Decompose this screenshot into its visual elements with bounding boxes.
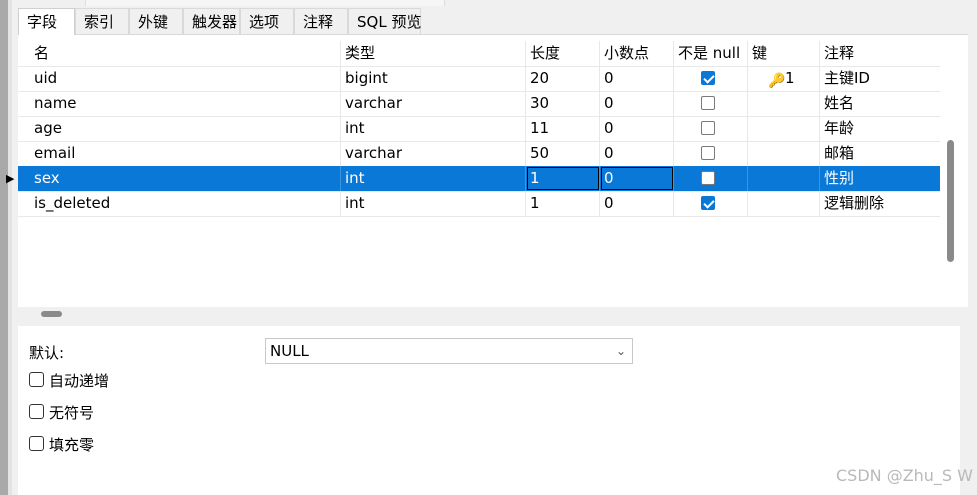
cell-comment[interactable]: 姓名 — [820, 91, 940, 116]
header-key[interactable]: 键 — [748, 41, 820, 66]
cell-comment[interactable]: 年龄 — [820, 116, 940, 141]
default-label: 默认: — [29, 344, 65, 362]
chevron-down-icon: ⌄ — [615, 344, 626, 358]
cell-type[interactable]: int — [341, 191, 526, 216]
cell-comment[interactable]: 逻辑删除 — [820, 191, 940, 216]
header-type[interactable]: 类型 — [341, 41, 526, 66]
cell-type[interactable]: varchar — [341, 141, 526, 166]
cell-not-null[interactable] — [674, 116, 748, 141]
cell-length[interactable]: 11 — [526, 116, 600, 141]
unsigned-label: 无符号 — [49, 404, 95, 422]
fields-panel: 名 类型 长度 小数点 不是 null 键 注释 uid bigint 20 0 🔑 1 主… — [6, 34, 968, 307]
cell-name[interactable]: sex — [30, 166, 341, 191]
zerofill-checkbox[interactable] — [29, 436, 44, 451]
cell-name[interactable]: name — [30, 91, 341, 116]
window-edge-inner — [8, 0, 12, 495]
zerofill-label: 填充零 — [49, 436, 95, 454]
header-name[interactable]: 名 — [30, 41, 341, 66]
auto-increment-label: 自动递增 — [49, 372, 110, 390]
auto-increment-checkbox[interactable] — [29, 372, 44, 387]
unsigned-checkbox[interactable] — [29, 404, 44, 419]
cell-not-null[interactable] — [674, 91, 748, 116]
window-edge — [0, 0, 8, 495]
cell-name[interactable]: age — [30, 116, 341, 141]
cell-not-null[interactable] — [674, 191, 748, 216]
horizontal-scrollbar-thumb[interactable] — [41, 311, 62, 317]
cell-type[interactable]: int — [341, 116, 526, 141]
row-pointer-icon: ▶ — [6, 172, 15, 185]
cell-name[interactable]: uid — [30, 66, 341, 91]
cell-decimal[interactable]: 0 — [600, 141, 674, 166]
cell-type[interactable]: int — [341, 166, 526, 191]
cell-key[interactable]: 🔑 1 — [748, 66, 820, 91]
cell-comment[interactable]: 邮箱 — [820, 141, 940, 166]
tab-sql-preview[interactable]: SQL 预览 — [348, 8, 421, 34]
key-order: 1 — [785, 69, 795, 87]
tab-triggers[interactable]: 触发器 — [183, 8, 240, 34]
cell-length[interactable]: 50 — [526, 141, 600, 166]
tab-indexes[interactable]: 索引 — [75, 8, 129, 34]
cell-key[interactable] — [748, 116, 820, 141]
header-not-null[interactable]: 不是 null — [674, 41, 748, 66]
table-row[interactable]: ▶ sex int 1 0 性别 — [6, 166, 940, 192]
not-null-checkbox[interactable] — [701, 96, 715, 110]
cell-type[interactable]: bigint — [341, 66, 526, 91]
grid-header: 名 类型 长度 小数点 不是 null 键 注释 — [18, 41, 940, 67]
cell-name[interactable]: email — [30, 141, 341, 166]
not-null-checkbox[interactable] — [701, 146, 715, 160]
cell-type[interactable]: varchar — [341, 91, 526, 116]
table-row[interactable]: email varchar 50 0 邮箱 — [18, 141, 940, 167]
cell-comment[interactable]: 主键ID — [820, 66, 940, 91]
not-null-checkbox[interactable] — [701, 121, 715, 135]
header-decimal[interactable]: 小数点 — [600, 41, 674, 66]
header-length[interactable]: 长度 — [526, 41, 600, 66]
cell-name[interactable]: is_deleted — [30, 191, 341, 216]
default-select-value: NULL — [270, 342, 309, 360]
cell-comment[interactable]: 性别 — [820, 166, 940, 191]
vertical-scrollbar-thumb[interactable] — [947, 140, 954, 262]
cell-length[interactable]: 20 — [526, 66, 600, 91]
tab-foreign-keys[interactable]: 外键 — [129, 8, 183, 34]
cell-decimal[interactable]: 0 — [600, 116, 674, 141]
tab-comment[interactable]: 注释 — [294, 8, 348, 34]
not-null-checkbox[interactable] — [701, 196, 715, 210]
cell-key[interactable] — [748, 91, 820, 116]
cell-decimal[interactable]: 0 — [600, 66, 674, 91]
not-null-checkbox[interactable] — [701, 71, 715, 85]
tab-options[interactable]: 选项 — [240, 8, 294, 34]
cell-key[interactable] — [748, 141, 820, 166]
table-row[interactable]: uid bigint 20 0 🔑 1 主键ID — [18, 66, 940, 92]
cell-not-null[interactable] — [674, 141, 748, 166]
cell-key[interactable] — [748, 166, 820, 191]
cell-decimal[interactable]: 0 — [600, 166, 674, 191]
cell-length[interactable]: 1 — [526, 191, 600, 216]
table-row[interactable]: is_deleted int 1 0 逻辑删除 — [18, 191, 940, 217]
header-comment[interactable]: 注释 — [820, 41, 940, 66]
table-row[interactable]: name varchar 30 0 姓名 — [18, 91, 940, 117]
cell-decimal[interactable]: 0 — [600, 191, 674, 216]
watermark: CSDN @Zhu_S W — [835, 466, 973, 485]
not-null-checkbox[interactable] — [701, 171, 715, 185]
cell-decimal[interactable]: 0 — [600, 91, 674, 116]
cell-length[interactable]: 1 — [526, 166, 600, 191]
table-row[interactable]: age int 11 0 年龄 — [18, 116, 940, 142]
cell-not-null[interactable] — [674, 166, 748, 191]
cell-key[interactable] — [748, 191, 820, 216]
cell-length[interactable]: 30 — [526, 91, 600, 116]
tabbar-top-strip — [85, 0, 445, 6]
key-icon: 🔑 — [768, 73, 786, 89]
tab-fields[interactable]: 字段 — [18, 8, 75, 35]
default-select[interactable]: NULL ⌄ — [265, 338, 633, 364]
cell-not-null[interactable] — [674, 66, 748, 91]
